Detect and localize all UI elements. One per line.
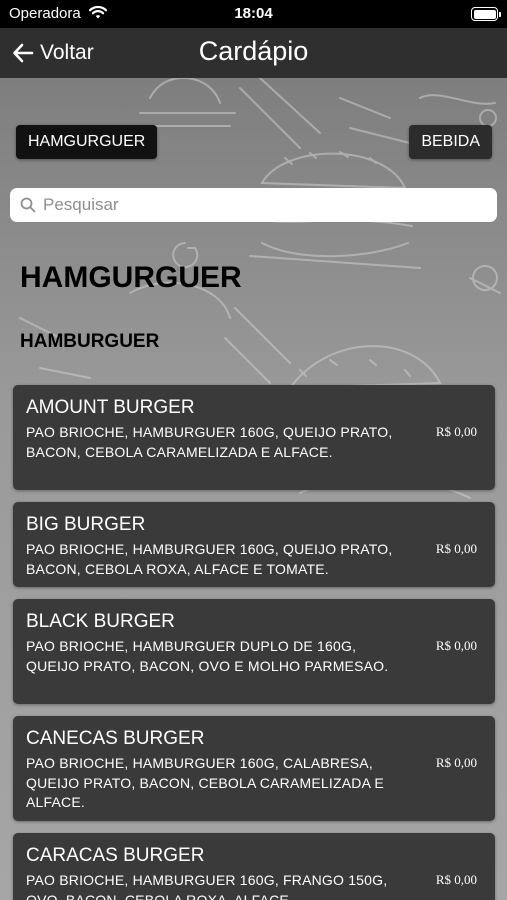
search-field[interactable]: Pesquisar bbox=[10, 188, 497, 222]
subsection-title: HAMBURGUER bbox=[20, 331, 160, 352]
item-description: PAO BRIOCHE, HAMBURGUER 160G, QUEIJO PRA… bbox=[26, 541, 393, 577]
item-name: BIG BURGER bbox=[26, 514, 146, 535]
item-name: CANECAS BURGER bbox=[26, 728, 205, 749]
category-tab-hamgurguer[interactable]: HAMGURGUER bbox=[16, 125, 158, 159]
item-price: R$ 0,00 bbox=[435, 755, 477, 770]
item-name: CARACAS BURGER bbox=[26, 845, 205, 866]
item-name: BLACK BURGER bbox=[26, 611, 175, 632]
menu-item-card[interactable]: AMOUNT BURGER PAO BRIOCHE, HAMBURGUER 16… bbox=[13, 385, 495, 490]
item-price: R$ 0,00 bbox=[435, 638, 477, 653]
menu-item-card[interactable]: BIG BURGER PAO BRIOCHE, HAMBURGUER 160G,… bbox=[13, 502, 495, 587]
search-icon bbox=[20, 197, 36, 213]
category-tab-bebida[interactable]: BEBIDA bbox=[409, 125, 492, 159]
menu-item-card[interactable]: BLACK BURGER PAO BRIOCHE, HAMBURGUER DUP… bbox=[13, 599, 495, 704]
item-price: R$ 0,00 bbox=[435, 872, 477, 887]
item-description: PAO BRIOCHE, HAMBURGUER 160G, FRANGO 150… bbox=[26, 872, 388, 900]
clock: 18:04 bbox=[234, 5, 273, 22]
menu-item-card[interactable]: CANECAS BURGER PAO BRIOCHE, HAMBURGUER 1… bbox=[13, 716, 495, 821]
search-placeholder: Pesquisar bbox=[43, 195, 119, 214]
battery-icon bbox=[471, 7, 501, 21]
status-bar: Operadora 18:04 bbox=[0, 0, 507, 28]
item-name: AMOUNT BURGER bbox=[26, 397, 195, 418]
section-title: HAMGURGUER bbox=[20, 261, 242, 294]
menu-item-card[interactable]: CARACAS BURGER PAO BRIOCHE, HAMBURGUER 1… bbox=[13, 833, 495, 900]
item-price: R$ 0,00 bbox=[435, 424, 477, 439]
item-description: PAO BRIOCHE, HAMBURGUER 160G, QUEIJO PRA… bbox=[26, 424, 393, 460]
item-price: R$ 0,00 bbox=[435, 541, 477, 556]
menu-content[interactable]: HAMGURGUER BEBIDA Pesquisar HAMGURGUER H… bbox=[0, 78, 507, 900]
item-description: PAO BRIOCHE, HAMBURGUER 160G, CALABRESA,… bbox=[26, 755, 384, 810]
item-description: PAO BRIOCHE, HAMBURGUER DUPLO DE 160G, Q… bbox=[26, 638, 389, 674]
page-title: Cardápio bbox=[198, 36, 309, 66]
navigation-bar: Voltar Cardápio bbox=[0, 28, 507, 78]
